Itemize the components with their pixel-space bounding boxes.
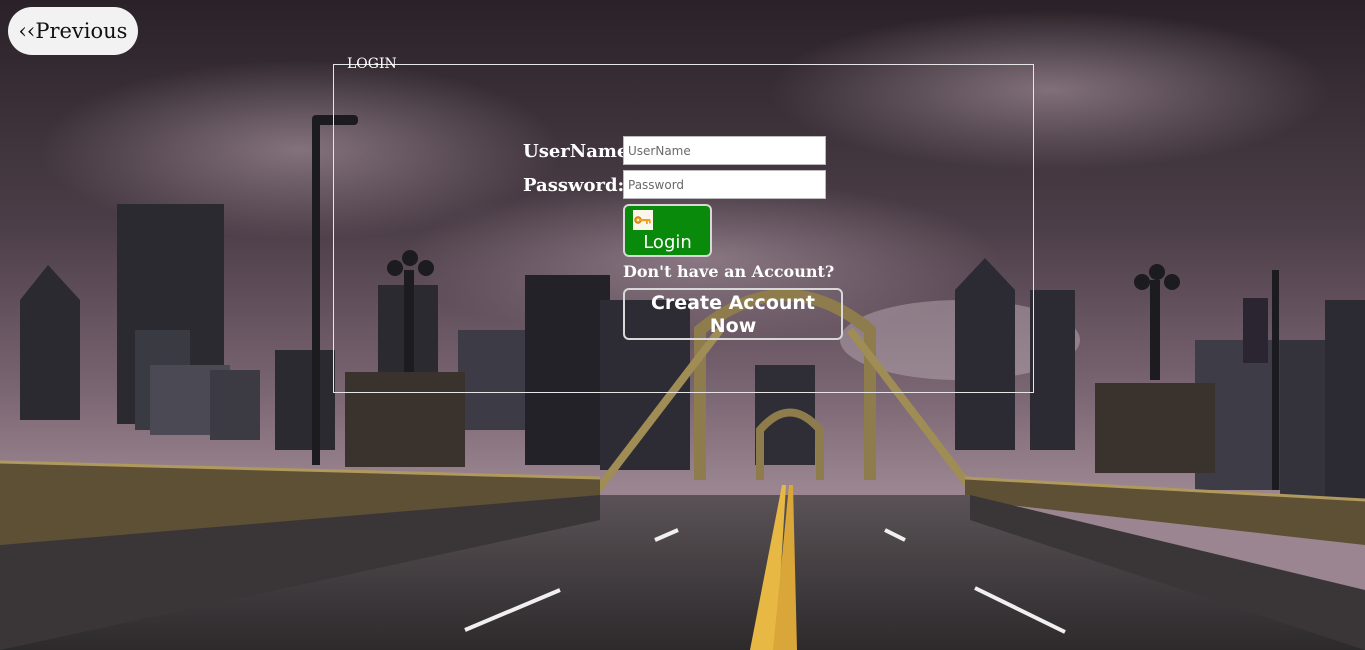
previous-button[interactable]: ‹‹Previous: [8, 7, 138, 55]
username-label: UserName:: [523, 141, 636, 162]
login-legend: LOGIN: [347, 56, 397, 72]
create-account-button[interactable]: Create Account Now: [623, 288, 843, 340]
login-button-label: Login: [643, 232, 692, 253]
password-input[interactable]: [623, 170, 826, 199]
username-input[interactable]: [623, 136, 826, 165]
login-button[interactable]: Login: [623, 204, 712, 257]
no-account-text: Don't have an Account?: [623, 262, 835, 281]
key-icon: [633, 210, 653, 230]
password-label: Password:: [523, 175, 625, 196]
